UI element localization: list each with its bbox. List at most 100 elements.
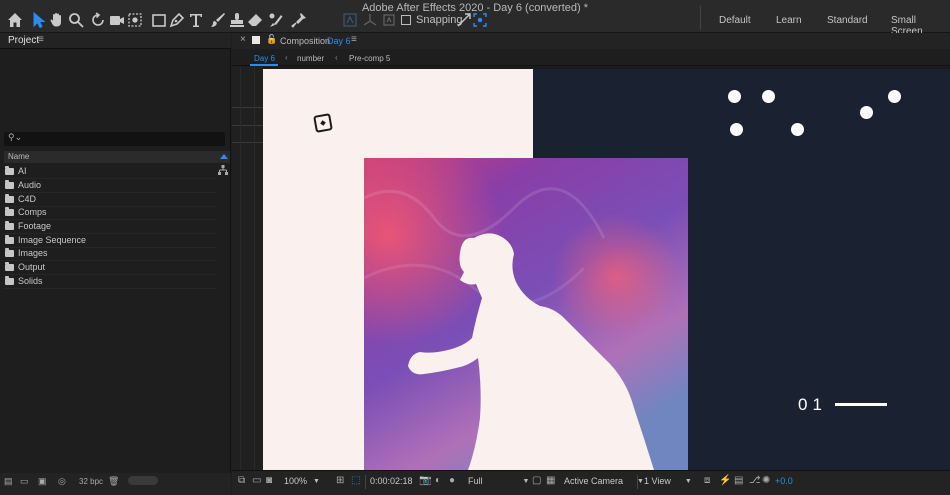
- reset-exposure-icon[interactable]: ✺: [762, 475, 770, 486]
- project-item-label: Footage: [18, 221, 52, 232]
- close-icon[interactable]: ×: [240, 34, 246, 45]
- breadcrumb-number[interactable]: number: [297, 54, 324, 63]
- counter-line: [835, 403, 887, 406]
- composition-tab-name[interactable]: Day 6: [327, 36, 351, 46]
- selection-tool-icon[interactable]: [30, 11, 48, 29]
- large-number-text: 505: [600, 162, 788, 470]
- folder-icon: [5, 234, 14, 244]
- grid-options-icon[interactable]: ⊞: [336, 475, 344, 486]
- rotate-tool-icon[interactable]: [89, 11, 107, 29]
- brush-tool-icon[interactable]: [209, 11, 227, 29]
- snapping-toggle[interactable]: Snapping: [401, 14, 463, 26]
- toggle-pixel-aspect-icon[interactable]: ⧈: [704, 475, 710, 486]
- project-item-folder[interactable]: Audio: [4, 179, 216, 193]
- svg-text:505: 505: [656, 167, 680, 353]
- project-item-folder[interactable]: C4D: [4, 193, 216, 207]
- folder-icon: [5, 165, 14, 175]
- panel-menu-icon[interactable]: ≡: [351, 34, 357, 45]
- pen-tool-icon[interactable]: [168, 11, 186, 29]
- project-item-folder[interactable]: Images: [4, 247, 216, 261]
- breadcrumb-day-6[interactable]: Day 6: [254, 54, 275, 63]
- flowchart-icon[interactable]: [218, 165, 228, 175]
- project-item-label: Comps: [18, 207, 47, 218]
- magnification-dropdown[interactable]: 100% ▼: [284, 474, 320, 488]
- resolution-dropdown[interactable]: Full ▼: [468, 474, 529, 488]
- bit-depth-label[interactable]: 32 bpc: [79, 477, 103, 486]
- axis-world-icon[interactable]: [361, 11, 379, 29]
- flowchart-icon[interactable]: ⎇: [749, 475, 761, 486]
- rectangle-tool-icon[interactable]: [150, 11, 168, 29]
- project-item-folder[interactable]: Image Sequence: [4, 234, 216, 248]
- home-icon[interactable]: [6, 11, 24, 29]
- folder-icon: [5, 220, 14, 230]
- vr-goggles-icon[interactable]: ◙: [266, 475, 272, 486]
- dice-icon: [313, 113, 333, 133]
- project-item-folder[interactable]: Solids: [4, 275, 216, 289]
- breadcrumb-pre-comp-5[interactable]: Pre-comp 5: [349, 54, 390, 63]
- dot: [791, 123, 804, 136]
- project-settings-icon[interactable]: ◎: [58, 476, 70, 486]
- project-item-folder[interactable]: Output: [4, 261, 216, 275]
- type-tool-icon[interactable]: [187, 11, 205, 29]
- snapshot-icon[interactable]: 📷: [419, 475, 431, 486]
- zoom-value: 100%: [284, 476, 308, 486]
- composition-viewer[interactable]: 505 01: [232, 67, 950, 470]
- project-item-label: Output: [18, 262, 46, 273]
- chevron-down-icon: ▼: [637, 477, 644, 485]
- snapping-checkbox[interactable]: [401, 15, 411, 25]
- resolution-value: Full: [468, 476, 483, 486]
- exposure-value[interactable]: +0.0: [775, 476, 793, 486]
- clone-stamp-tool-icon[interactable]: [228, 11, 246, 29]
- project-panel-title[interactable]: Project: [8, 35, 39, 46]
- composition-tab-label[interactable]: Composition: [280, 36, 330, 46]
- lock-icon[interactable]: 🔓: [266, 34, 277, 45]
- thumbnail-size-slider[interactable]: [128, 476, 158, 485]
- workspace-default[interactable]: Default: [719, 15, 751, 26]
- project-item-folder[interactable]: Comps: [4, 206, 216, 220]
- folder-icon: [5, 193, 14, 203]
- trash-icon[interactable]: 🗑: [108, 476, 120, 486]
- column-name-label: Name: [8, 152, 30, 161]
- color-channels-icon[interactable]: ●: [449, 475, 455, 486]
- monitor-icon[interactable]: ▭: [252, 475, 261, 486]
- project-item-folder[interactable]: Footage: [4, 220, 216, 234]
- current-time[interactable]: 0:00:02:18: [370, 476, 413, 486]
- view-layout-dropdown[interactable]: 1 View ▼: [644, 474, 692, 488]
- eraser-tool-icon[interactable]: [246, 11, 264, 29]
- project-column-header[interactable]: Name: [4, 151, 230, 163]
- project-item-folder[interactable]: AI: [4, 165, 216, 179]
- folder-icon: [5, 247, 14, 257]
- project-panel: Project ≡ ⚲⌄ Name AI Audio C4D Comps Foo…: [0, 33, 231, 495]
- project-item-label: Solids: [18, 276, 43, 287]
- mask-visibility-icon[interactable]: ⬚: [351, 475, 360, 486]
- active-breadcrumb-indicator: [250, 64, 278, 66]
- region-of-interest-icon[interactable]: ▢: [532, 475, 541, 486]
- dot: [860, 106, 873, 119]
- hand-tool-icon[interactable]: [48, 11, 66, 29]
- fast-previews-icon[interactable]: ⚡: [719, 475, 731, 486]
- transparency-grid-icon[interactable]: ▦: [546, 475, 555, 486]
- axis-local-icon[interactable]: [341, 11, 359, 29]
- panel-menu-icon[interactable]: ≡: [38, 34, 44, 45]
- counter-text: 01: [798, 395, 827, 414]
- snap-target-icon[interactable]: [471, 11, 489, 29]
- workspace-standard[interactable]: Standard: [827, 15, 868, 26]
- zoom-tool-icon[interactable]: [67, 11, 85, 29]
- interpret-footage-icon[interactable]: ▤: [4, 476, 16, 486]
- puppet-tool-icon[interactable]: [290, 11, 308, 29]
- dot: [728, 90, 741, 103]
- project-search-input[interactable]: ⚲⌄: [4, 132, 225, 146]
- roto-brush-tool-icon[interactable]: [267, 11, 285, 29]
- workspace-learn[interactable]: Learn: [776, 15, 802, 26]
- pan-behind-tool-icon[interactable]: [126, 11, 144, 29]
- axis-view-icon[interactable]: [380, 11, 398, 29]
- timeline-icon[interactable]: ▤: [734, 475, 743, 486]
- camera-dropdown[interactable]: Active Camera ▼: [564, 474, 644, 488]
- new-composition-icon[interactable]: ▣: [38, 476, 50, 486]
- always-preview-icon[interactable]: ⧉: [238, 475, 245, 486]
- folder-icon: [5, 275, 14, 285]
- new-folder-icon[interactable]: ▭: [20, 476, 32, 486]
- show-snapshot-icon[interactable]: ◐: [435, 475, 441, 486]
- sort-ascending-icon[interactable]: [220, 154, 228, 159]
- camera-tool-icon[interactable]: [108, 11, 126, 29]
